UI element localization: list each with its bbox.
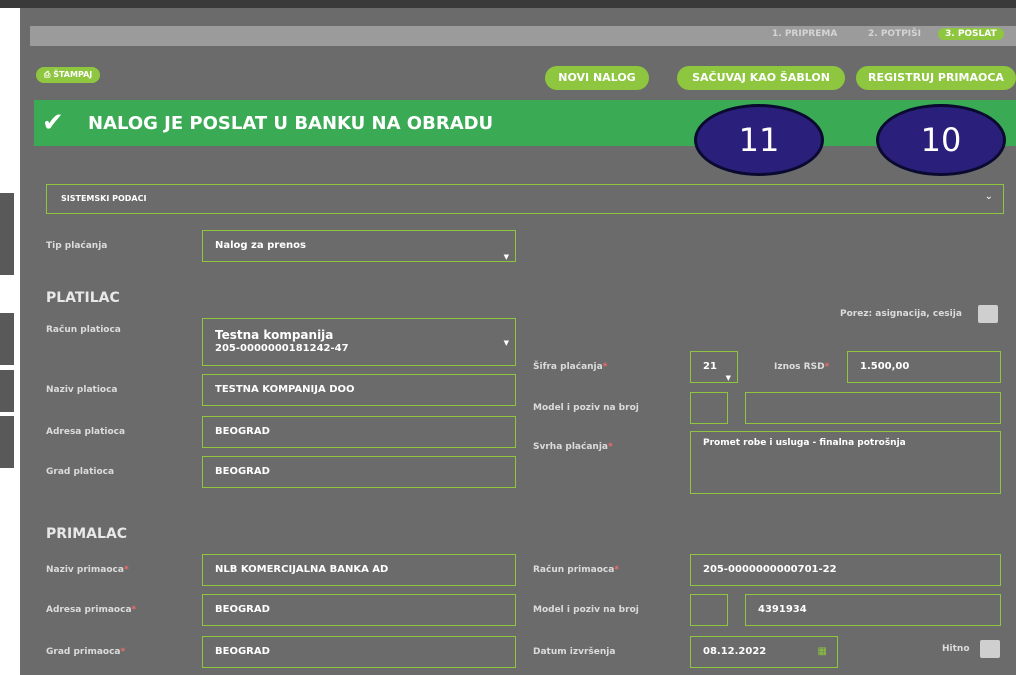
payer-city-label: Grad platioca — [46, 467, 115, 477]
left-tab[interactable] — [0, 193, 14, 275]
recipient-heading: PRIMALAC — [46, 526, 128, 542]
print-label: ŠTAMPAJ — [53, 70, 93, 79]
caret-down-icon: ▼ — [503, 339, 509, 347]
payer-address-label: Adresa platioca — [46, 427, 126, 437]
recipient-account-field[interactable]: 205-0000000000701-22 — [690, 554, 1001, 586]
step-prepare: 1. PRIPREMA — [772, 29, 838, 39]
recipient-name-label: Naziv primaoca* — [46, 565, 129, 575]
register-recipient-button[interactable]: REGISTRUJ PRIMAOCA — [856, 66, 1016, 90]
recipient-address-label: Adresa primaoca* — [46, 605, 137, 615]
payment-code-value: 21 — [703, 361, 717, 372]
success-banner: ✔ NALOG JE POSLAT U BANKU NA OBRADU — [34, 100, 1016, 146]
recipient-model-field[interactable] — [690, 594, 728, 626]
execution-date-value: 08.12.2022 — [703, 646, 767, 657]
urgent-label: Hitno — [942, 644, 970, 654]
purpose-textarea[interactable]: Promet robe i usluga - finalna potrošnja — [690, 431, 1001, 494]
payment-code-label: Šifra plaćanja* — [533, 362, 608, 372]
payer-account-name: Testna kompanija — [215, 328, 334, 342]
execution-date-field[interactable]: 08.12.2022 ▦ — [690, 636, 838, 668]
calendar-icon[interactable]: ▦ — [818, 637, 827, 667]
system-data-label: SISTEMSKI PODACI — [61, 194, 147, 203]
payer-address-field[interactable]: BEOGRAD — [202, 416, 516, 448]
print-button[interactable]: ⎙ ŠTAMPAJ — [36, 67, 101, 83]
left-tab[interactable] — [0, 416, 14, 468]
save-template-button[interactable]: SAČUVAJ KAO ŠABLON — [677, 66, 845, 90]
callout-10: 10 — [876, 104, 1006, 176]
new-order-button[interactable]: NOVI NALOG — [545, 66, 649, 90]
execution-date-label: Datum izvršenja — [533, 647, 616, 657]
purpose-label: Svrha plaćanja* — [533, 442, 613, 452]
left-tab[interactable] — [0, 370, 14, 412]
payer-reference-field[interactable] — [745, 392, 1001, 424]
step-sent: 3. POSLAT — [938, 28, 1004, 40]
banner-text: NALOG JE POSLAT U BANKU NA OBRADU — [88, 113, 494, 134]
payment-order-panel: 1. PRIPREMA 2. POTPIŠI 3. POSLAT ⎙ ŠTAMP… — [30, 22, 1016, 675]
tax-label: Porez: asignacija, cesija — [840, 309, 962, 319]
payer-model-label: Model i poziv na broj — [533, 403, 639, 413]
left-strip — [0, 8, 20, 675]
payment-type-label: Tip plaćanja — [46, 241, 108, 251]
payer-account-select[interactable]: Testna kompanija 205-0000000181242-47 ▼ — [202, 318, 516, 366]
recipient-name-field[interactable]: NLB KOMERCIJALNA BANKA AD — [202, 554, 516, 586]
step-sign: 2. POTPIŠI — [868, 29, 921, 39]
payer-name-label: Naziv platioca — [46, 385, 118, 395]
window-top-bar — [0, 0, 1016, 8]
payer-city-field[interactable]: BEOGRAD — [202, 456, 516, 488]
chevron-down-icon: ⌄ — [984, 191, 993, 202]
urgent-checkbox[interactable] — [980, 640, 1000, 658]
payment-type-select[interactable]: Nalog za prenos ▼ — [202, 230, 516, 262]
check-icon: ✔ — [42, 108, 64, 138]
payer-account-number: 205-0000000181242-47 — [215, 343, 349, 354]
recipient-model-label: Model i poziv na broj — [533, 605, 639, 615]
recipient-city-label: Grad primaoca* — [46, 647, 126, 657]
payer-name-field[interactable]: TESTNA KOMPANIJA DOO — [202, 374, 516, 406]
payment-code-select[interactable]: 21 ▼ — [690, 351, 738, 383]
system-data-accordion[interactable]: SISTEMSKI PODACI ⌄ — [46, 184, 1004, 214]
recipient-address-field[interactable]: BEOGRAD — [202, 594, 516, 626]
payment-type-value: Nalog za prenos — [215, 240, 306, 251]
payer-heading: PLATILAC — [46, 290, 120, 306]
caret-down-icon: ▼ — [503, 253, 509, 261]
callout-11: 11 — [694, 104, 824, 176]
payer-model-field[interactable] — [690, 392, 728, 424]
recipient-city-field[interactable]: BEOGRAD — [202, 636, 516, 668]
progress-steps: 1. PRIPREMA 2. POTPIŠI 3. POSLAT — [30, 26, 1016, 46]
payer-account-label: Račun platioca — [46, 325, 121, 335]
caret-down-icon: ▼ — [725, 374, 731, 382]
tax-checkbox[interactable] — [978, 305, 998, 323]
printer-icon: ⎙ — [44, 70, 51, 79]
recipient-account-label: Račun primaoca* — [533, 565, 620, 575]
left-tab[interactable] — [0, 313, 14, 365]
amount-label: Iznos RSD* — [774, 362, 830, 372]
recipient-reference-field[interactable]: 4391934 — [745, 594, 1001, 626]
amount-field[interactable]: 1.500,00 — [847, 351, 1001, 383]
